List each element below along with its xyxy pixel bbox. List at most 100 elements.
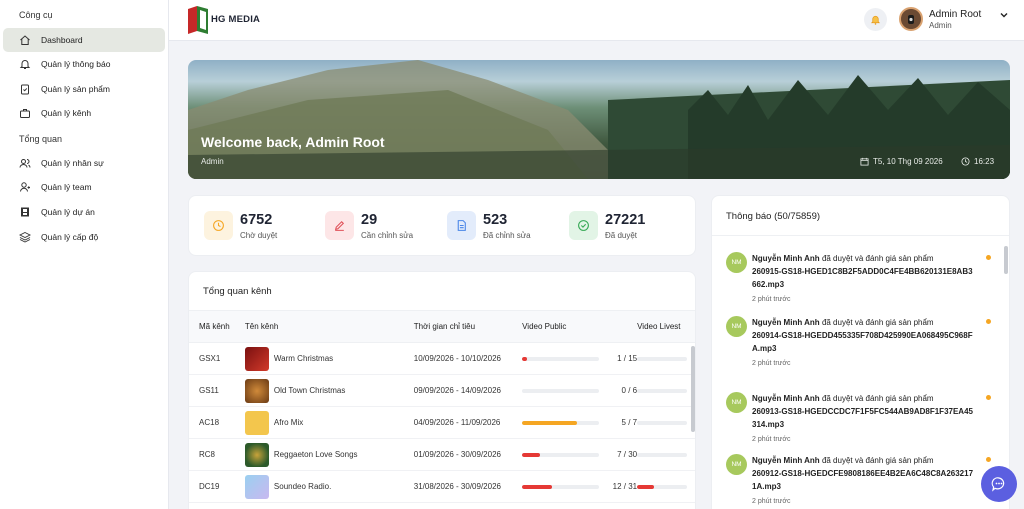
video-live-cell (637, 406, 695, 439)
channel-thumbnail (244, 378, 269, 403)
layers-icon (19, 231, 31, 243)
sidebar-item-projects[interactable]: Quản lý dự án (3, 200, 165, 224)
sidebar-item-levels[interactable]: Quản lý cấp độ (3, 225, 165, 249)
table-header-row: Mã kênh Tên kênh Thời gian chỉ tiêu Vide… (189, 310, 695, 343)
video-live-cell (637, 470, 695, 503)
time-text: 16:23 (974, 157, 995, 166)
channel-name-cell: Afro Mix (244, 406, 414, 439)
sidebar-item-label: Dashboard (41, 35, 83, 45)
progress-fill (522, 484, 552, 489)
notification-time: 2 phút trước (752, 296, 791, 303)
channel-overview-card: Tổng quan kênh Mã kênh Tên kênh Thời gia… (188, 271, 696, 509)
user-name[interactable]: Admin Root (929, 9, 981, 20)
notification-action: đã duyệt và đánh giá sản phẩm (821, 394, 934, 403)
notification-action: đã duyệt và đánh giá sản phẩm (821, 318, 934, 327)
chevron-down-icon[interactable] (999, 10, 1009, 20)
home-icon (20, 35, 30, 45)
welcome-role: Admin (201, 157, 224, 166)
banner-time: 16:23 (961, 157, 994, 166)
channel-period: 04/09/2026 - 11/09/2026 (413, 406, 523, 439)
video-public-count: 5 / 7 (621, 418, 638, 428)
video-public-count: 1 / 15 (617, 354, 638, 364)
table-row[interactable]: RC8 Reggaeton Love Songs 01/09/2026 - 30… (189, 438, 695, 471)
brand-logo[interactable] (187, 5, 209, 35)
sidebar-item-label: Quản lý cấp độ (41, 232, 99, 242)
channel-name-cell: Reggaeton Love Songs (244, 438, 414, 471)
stat-label: Đã duyệt (605, 230, 638, 240)
progress-bar (637, 420, 688, 425)
video-public-count: 0 / 6 (621, 386, 638, 396)
notification-time: 2 phút trước (752, 360, 791, 367)
channel-code: AC18 (189, 406, 245, 439)
section-title-tools: Công cụ (19, 10, 53, 20)
stat-approved: 27221 Đã duyệt (569, 211, 645, 240)
channel-code: DC19 (189, 470, 245, 503)
video-public-cell: 0 / 6 (522, 374, 638, 407)
briefcase-icon (20, 109, 30, 118)
sidebar-item-team[interactable]: Quản lý team (3, 175, 165, 199)
notification-text: Nguyễn Minh Anh đã duyệt và đánh giá sản… (752, 392, 974, 446)
table-row[interactable]: GSX1 Warm Christmas 10/09/2026 - 10/10/2… (189, 342, 695, 375)
notifications-card: Thông báo (50/75859) NM Nguyễn Minh Anh … (711, 195, 1010, 509)
avatar: NM (726, 392, 747, 413)
video-public-cell: 1 / 15 (522, 342, 638, 375)
table-row[interactable]: GS11 Old Town Christmas 09/09/2026 - 14/… (189, 374, 695, 407)
user-avatar[interactable] (899, 7, 923, 31)
channel-period: 10/09/2026 - 10/10/2026 (413, 342, 523, 375)
unread-dot (986, 395, 991, 400)
progress-fill (522, 420, 578, 425)
notification-text: Nguyễn Minh Anh đã duyệt và đánh giá sản… (752, 252, 974, 306)
channel-period: 09/09/2026 - 14/09/2026 (413, 374, 523, 407)
stat-needs-edit: 29 Cần chỉnh sửa (325, 211, 413, 240)
card-title: Tổng quan kênh (203, 286, 272, 297)
column-header[interactable]: Video Public (522, 310, 638, 343)
channel-name[interactable]: Soundeo Radio. (274, 482, 331, 491)
channel-code: GS11 (189, 374, 245, 407)
column-header[interactable]: Thời gian chỉ tiêu (413, 310, 523, 343)
video-public-count: 7 / 30 (617, 450, 638, 460)
file-name: 260912-GS18-HGEDCFE9808186EE4B2EA6C48C8A… (752, 469, 974, 491)
stat-pending: 6752 Chờ duyệt (204, 211, 277, 240)
progress-bar (637, 388, 688, 393)
avatar-image (901, 9, 921, 29)
table-row[interactable]: DC19 Soundeo Radio. 31/08/2026 - 30/09/2… (189, 470, 695, 503)
column-header[interactable]: Video Livest (637, 310, 695, 343)
video-live-cell (637, 374, 695, 407)
notifications-scrollbar[interactable] (1004, 246, 1008, 274)
channel-name[interactable]: Afro Mix (274, 418, 303, 427)
stat-label: Cần chỉnh sửa (361, 230, 414, 240)
sidebar-item-dashboard[interactable]: Dashboard (3, 28, 165, 52)
sidebar-item-label: Quản lý sản phẩm (41, 84, 110, 94)
card-title: Thông báo (50/75859) (726, 211, 821, 222)
channel-name[interactable]: Old Town Christmas (274, 386, 345, 395)
table-scrollbar[interactable] (691, 346, 695, 432)
sidebar-item-notifications[interactable]: Quản lý thông báo (3, 52, 165, 76)
sidebar: Công cụ Dashboard Quản lý thông báo Quản… (0, 0, 169, 509)
progress-bar (637, 356, 688, 361)
column-header[interactable]: Tên kênh (244, 310, 414, 343)
document-icon (447, 211, 476, 240)
channel-name[interactable]: Warm Christmas (274, 354, 333, 363)
divider (712, 235, 1009, 236)
progress-fill (637, 484, 654, 489)
table-row[interactable]: AC18 Afro Mix 04/09/2026 - 11/09/2026 5 … (189, 406, 695, 439)
notification-action: đã duyệt và đánh giá sản phẩm (821, 456, 934, 465)
calendar-icon (860, 157, 869, 166)
sidebar-item-channels[interactable]: Quản lý kênh (3, 101, 165, 125)
channel-name[interactable]: Reggaeton Love Songs (274, 450, 358, 459)
video-public-cell: 12 / 31 (522, 470, 638, 503)
top-header: HG MEDIA Admin Root Admin (169, 0, 1024, 41)
pencil-icon (325, 211, 354, 240)
sidebar-item-staff[interactable]: Quản lý nhân sự (3, 151, 165, 175)
user-group-icon (20, 182, 30, 192)
file-name: 260913-GS18-HGEDCCDC7F1F5FC544AB9AD8F1F3… (752, 407, 973, 429)
column-header[interactable]: Mã kênh (189, 310, 245, 343)
channel-code: GSX1 (189, 342, 245, 375)
channel-period: 01/09/2026 - 30/09/2026 (413, 438, 523, 471)
sidebar-item-products[interactable]: Quản lý sản phẩm (3, 77, 165, 101)
chat-button[interactable] (981, 466, 1017, 502)
notification-bell-button[interactable] (864, 8, 887, 31)
stat-label: Đã chỉnh sửa (483, 230, 531, 240)
sidebar-item-label: Quản lý team (41, 182, 92, 192)
video-live-cell (637, 438, 695, 471)
